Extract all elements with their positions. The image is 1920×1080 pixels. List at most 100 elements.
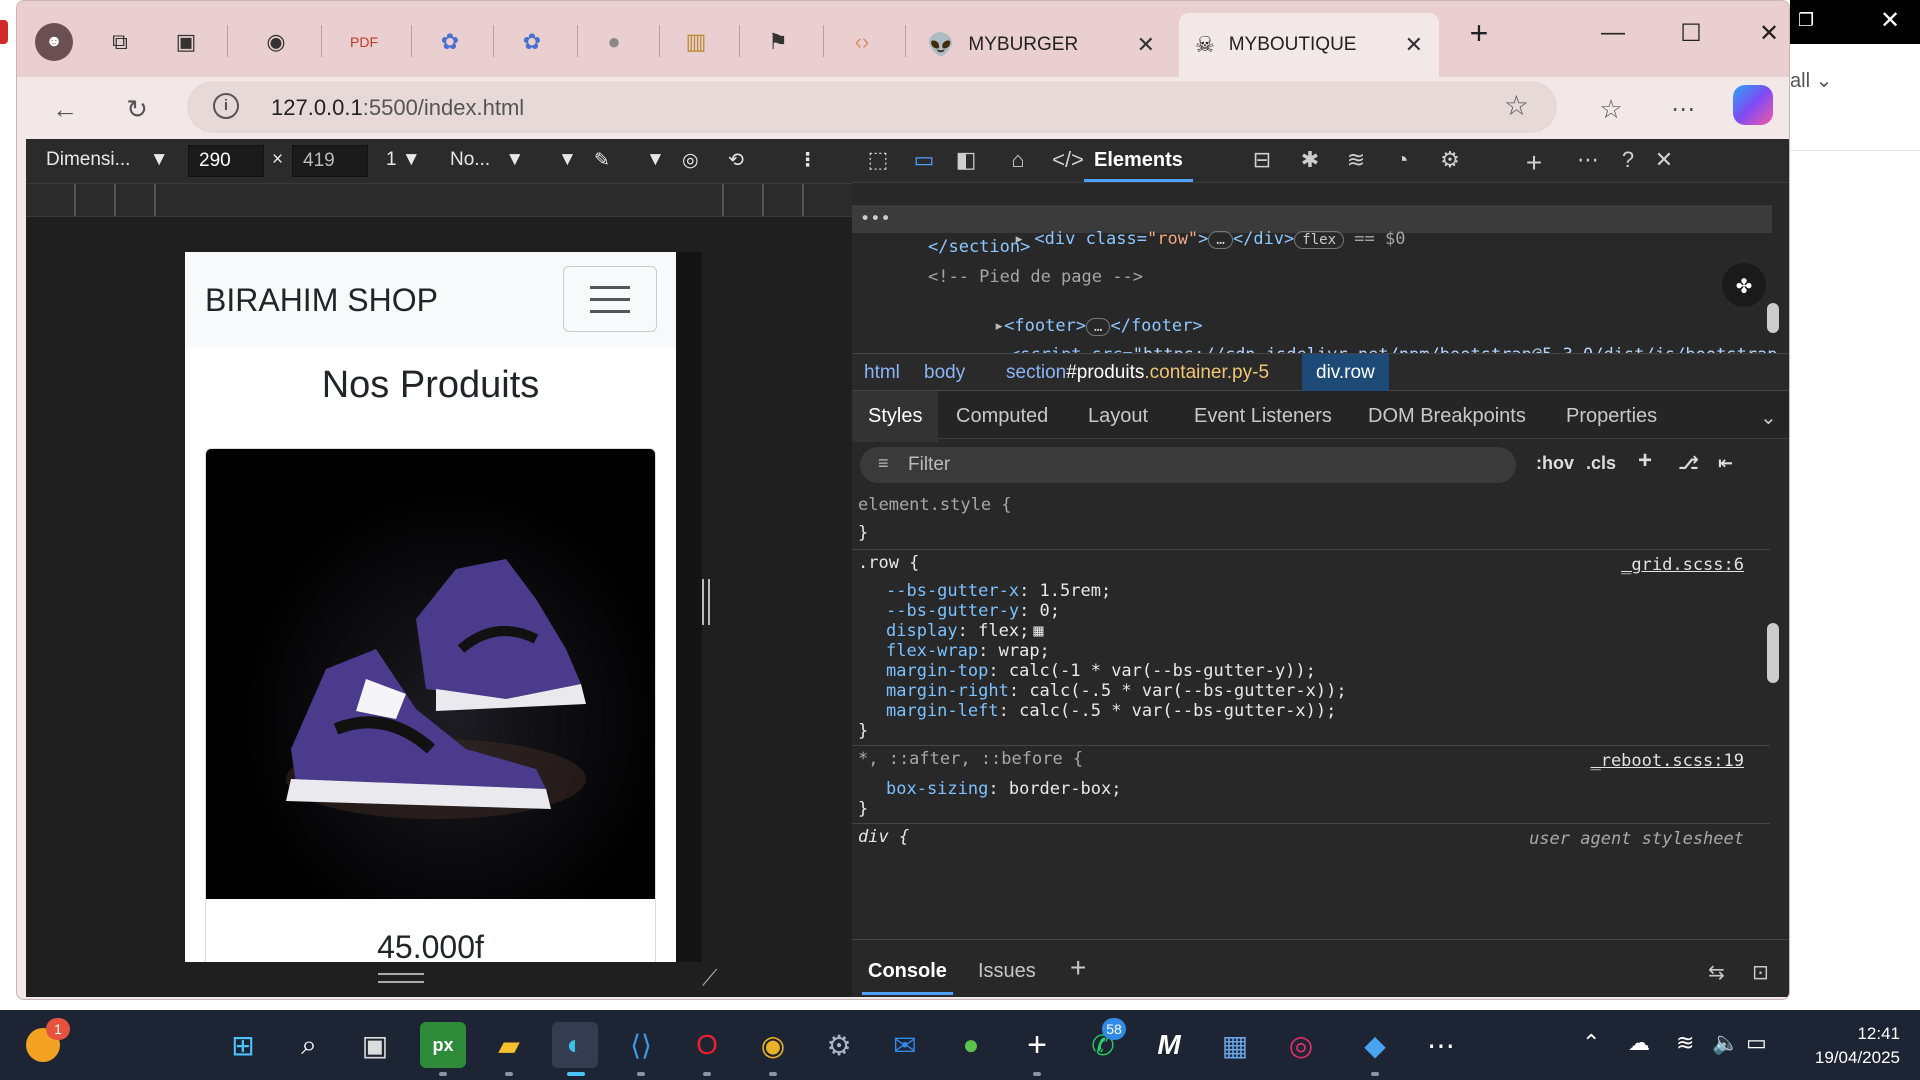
colorwheel-icon[interactable]: ✿ <box>431 23 469 61</box>
throttle-dropdown[interactable]: No... ▼ <box>450 149 524 171</box>
tab-properties[interactable]: Properties <box>1566 405 1657 428</box>
github-icon[interactable]: ◉ <box>257 23 295 61</box>
class-toggle-button[interactable]: .cls <box>1586 453 1616 474</box>
wifi-icon[interactable]: ≋ <box>1340 147 1372 177</box>
style-property[interactable]: margin-top: calc(-1 * var(--bs-gutter-y)… <box>886 661 1316 681</box>
close-tab-icon[interactable]: ✕ <box>1405 32 1423 58</box>
dom-node-comment[interactable]: <!-- Pied de page --> <box>928 267 1143 287</box>
site-brand[interactable]: BIRAHIM SHOP <box>205 282 438 319</box>
tab-myboutique[interactable]: ☠ MYBOUTIQUE ✕ <box>1179 13 1439 77</box>
style-property[interactable]: --bs-gutter-y: 0; <box>886 601 1060 621</box>
div-rule-selector[interactable]: div { <box>858 827 909 847</box>
sidebar-toggle-icon[interactable]: ⇤ <box>1718 453 1733 474</box>
corner-resize-icon[interactable]: ⟋ <box>702 965 717 991</box>
close-window-button[interactable]: ✕ <box>1749 19 1789 48</box>
device-toggle-icon[interactable]: ▭ <box>908 147 940 177</box>
inspect-icon[interactable]: ⬚ <box>862 147 894 177</box>
accessibility-icon[interactable]: ✤ <box>1722 263 1766 307</box>
navbar-toggler-button[interactable] <box>563 266 657 332</box>
code-brackets-icon[interactable]: ‹› <box>843 23 881 61</box>
width-input[interactable]: 290 <box>188 145 264 177</box>
more-tools-icon[interactable]: ⋯ <box>1572 147 1604 177</box>
task-view-icon[interactable]: ▣ <box>352 1022 398 1068</box>
settings-icon[interactable]: ⚙ <box>816 1022 862 1068</box>
rotate-icon[interactable]: ⟲ <box>728 149 744 172</box>
row-rule-selector[interactable]: .row { <box>858 553 919 573</box>
tab-styles[interactable]: Styles <box>852 391 939 442</box>
tab-computed[interactable]: Computed <box>956 405 1048 428</box>
home-icon[interactable]: ⌂ <box>1002 147 1034 177</box>
vscode-icon[interactable]: ⟨⟩ <box>618 1022 664 1068</box>
tab-dom-breakpoints[interactable]: DOM Breakpoints <box>1368 405 1526 428</box>
crumb-selected[interactable]: div.row <box>1302 354 1389 391</box>
chevron-down-icon[interactable]: ▼ <box>558 149 577 171</box>
more-apps-icon[interactable]: ⋯ <box>1418 1022 1464 1068</box>
style-property[interactable]: --bs-gutter-x: 1.5rem; <box>886 581 1111 601</box>
m-app-icon[interactable]: M <box>1146 1022 1192 1068</box>
dom-scrollbar[interactable] <box>1767 303 1779 333</box>
new-rule-icon[interactable]: + <box>1638 447 1652 475</box>
maximize-button[interactable]: ☐ <box>1671 19 1711 48</box>
apple-icon[interactable]: ● <box>595 23 633 61</box>
tab-event-listeners[interactable]: Event Listeners <box>1194 405 1332 428</box>
resize-handle[interactable] <box>702 579 710 625</box>
copilot-icon[interactable] <box>1733 85 1773 125</box>
chevron-down-icon[interactable]: ▼ <box>646 149 665 171</box>
viewport-scrollbar[interactable] <box>676 252 702 962</box>
settings-gear-icon[interactable]: ⚙ <box>1434 147 1466 177</box>
more-menu-icon[interactable]: ⋯ <box>1663 89 1703 129</box>
tab-issues[interactable]: Issues <box>978 960 1036 983</box>
chrome-icon[interactable]: ◉ <box>750 1022 796 1068</box>
minimize-button[interactable]: — <box>1593 19 1633 47</box>
photo-app-icon[interactable]: ▦ <box>1212 1022 1258 1068</box>
favorite-star-icon[interactable]: ☆ <box>1504 89 1529 122</box>
dpr-dropdown[interactable]: 1 ▼ <box>386 149 421 171</box>
pdf-icon[interactable]: PDF <box>345 23 383 61</box>
edge-icon[interactable]: ◐ <box>552 1022 598 1068</box>
height-input[interactable]: 419 <box>292 145 368 177</box>
styles-scrollbar[interactable] <box>1767 623 1779 683</box>
pen-icon[interactable]: ✎ <box>594 149 610 172</box>
element-style-selector[interactable]: element.style { <box>858 495 1012 515</box>
help-icon[interactable]: ? <box>1612 147 1644 177</box>
add-drawer-tab-icon[interactable]: + <box>1070 952 1086 984</box>
eye-icon[interactable]: ◎ <box>682 149 699 172</box>
crumb-html[interactable]: html <box>864 362 900 384</box>
flag-icon[interactable]: ⚑ <box>759 23 797 61</box>
crumb-body[interactable]: body <box>924 362 965 384</box>
cloud-icon[interactable]: ☁ <box>1628 1030 1650 1056</box>
style-property[interactable]: flex-wrap: wrap; <box>886 641 1050 661</box>
bug-icon[interactable]: ✱ <box>1294 147 1326 177</box>
profile-avatar-icon[interactable]: ☻ <box>35 23 73 61</box>
add-panel-icon[interactable]: + <box>1518 147 1550 178</box>
search-icon[interactable]: ⌕ <box>286 1022 332 1068</box>
dock-drawer-icon[interactable]: ⇆ <box>1708 960 1725 985</box>
universal-rule-selector[interactable]: *, ::after, ::before { <box>858 749 1083 769</box>
colorwheel-icon-2[interactable]: ✿ <box>513 23 551 61</box>
close-devtools-icon[interactable]: ✕ <box>1648 147 1680 177</box>
style-property[interactable]: margin-right: calc(-.5 * var(--bs-gutter… <box>886 681 1347 701</box>
flex-editor-icon[interactable]: ▦ <box>1033 621 1043 641</box>
dom-node-section-close[interactable]: </section> <box>928 237 1030 257</box>
battery-icon[interactable]: ▭ <box>1746 1030 1767 1056</box>
performance-icon[interactable]: ◔ <box>1386 147 1418 177</box>
tab-elements[interactable]: Elements <box>1084 149 1193 182</box>
site-info-icon[interactable]: i <box>213 93 239 119</box>
restore-icon[interactable]: ❐ <box>1798 10 1814 31</box>
dimensions-dropdown[interactable]: Dimensi... ▼ <box>46 149 169 171</box>
tab-layout[interactable]: Layout <box>1088 405 1148 428</box>
new-tab-button[interactable]: + <box>1459 15 1499 52</box>
row-rule-source-link[interactable]: _grid.scss:6 <box>1621 555 1744 575</box>
more-options-icon[interactable]: ⋮ <box>798 149 817 172</box>
reload-icon[interactable]: ↻ <box>117 89 157 129</box>
back-icon[interactable]: ← <box>45 89 85 129</box>
hover-state-button[interactable]: :hov <box>1536 453 1574 474</box>
favorites-icon[interactable]: ☆ <box>1591 89 1631 129</box>
dock-icon[interactable]: ◧ <box>950 147 982 177</box>
gmail-like-icon[interactable]: ▥ <box>677 23 715 61</box>
bottom-resize-handle[interactable] <box>378 973 424 983</box>
paint-app-icon[interactable]: ◆ <box>1352 1022 1398 1068</box>
duolingo-icon[interactable]: ● <box>948 1022 994 1068</box>
close-icon[interactable]: ✕ <box>1880 6 1900 35</box>
workspaces-icon[interactable]: ⧉ <box>101 23 139 61</box>
